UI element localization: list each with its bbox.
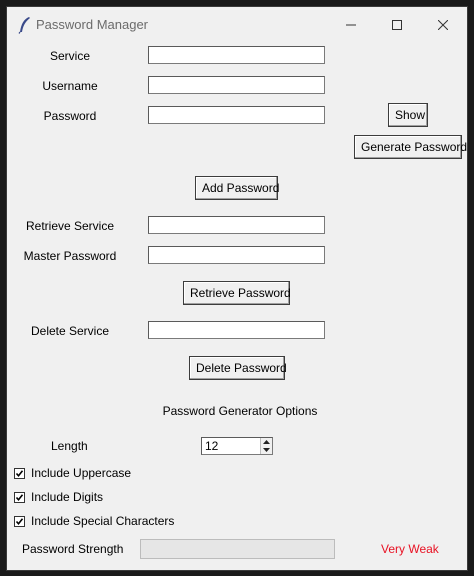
master-password-label: Master Password [23,249,117,263]
include-uppercase-checkbox[interactable] [14,467,25,479]
checkmark-icon [15,493,24,501]
length-spinbox-arrows [260,438,272,454]
service-label: Service [49,49,91,63]
length-spinbox[interactable]: 12 [201,437,273,455]
length-value[interactable]: 12 [205,439,218,453]
title-bar[interactable]: Password Manager [7,7,467,43]
password-strength-value: Very Weak [381,542,439,556]
username-input[interactable] [148,76,325,94]
include-digits-checkbox[interactable] [14,491,25,503]
retrieve-password-button[interactable]: Retrieve Password [183,281,291,305]
add-password-button[interactable]: Add Password [195,176,279,200]
minimize-icon [346,20,356,30]
password-strength-label: Password Strength [22,542,124,556]
generate-password-button[interactable]: Generate Password [354,135,467,159]
close-icon [438,20,448,30]
include-uppercase-label: Include Uppercase [31,466,132,480]
minimize-button[interactable] [329,11,373,39]
include-special-label: Include Special Characters [31,514,175,528]
close-button[interactable] [421,11,465,39]
checkmark-icon [15,517,24,525]
retrieve-service-label: Retrieve Service [25,219,115,233]
app-window: Password Manager Service Username Passwo… [6,6,468,571]
window-title: Password Manager [36,17,148,32]
generator-options-heading: Password Generator Options [162,404,318,418]
delete-password-button[interactable]: Delete Password [189,356,287,380]
delete-service-input[interactable] [148,321,325,339]
include-digits-label: Include Digits [31,490,104,504]
password-label: Password [43,109,97,123]
length-label: Length [51,439,88,453]
service-input[interactable] [148,46,325,64]
spin-down-icon[interactable] [261,446,272,454]
username-label: Username [42,79,98,93]
master-password-input[interactable] [148,246,325,264]
retrieve-service-input[interactable] [148,216,325,234]
maximize-button[interactable] [375,11,419,39]
show-password-button[interactable]: Show [388,103,428,127]
include-digits-row[interactable]: Include Digits [14,489,103,505]
checkmark-icon [15,469,24,477]
include-uppercase-row[interactable]: Include Uppercase [14,465,131,481]
maximize-icon [392,20,402,30]
password-strength-bar [140,539,335,559]
delete-service-label: Delete Service [30,324,110,338]
password-input[interactable] [148,106,325,124]
include-special-row[interactable]: Include Special Characters [14,513,174,529]
feather-icon [18,16,32,34]
include-special-checkbox[interactable] [14,515,25,527]
spin-up-icon[interactable] [261,438,272,446]
